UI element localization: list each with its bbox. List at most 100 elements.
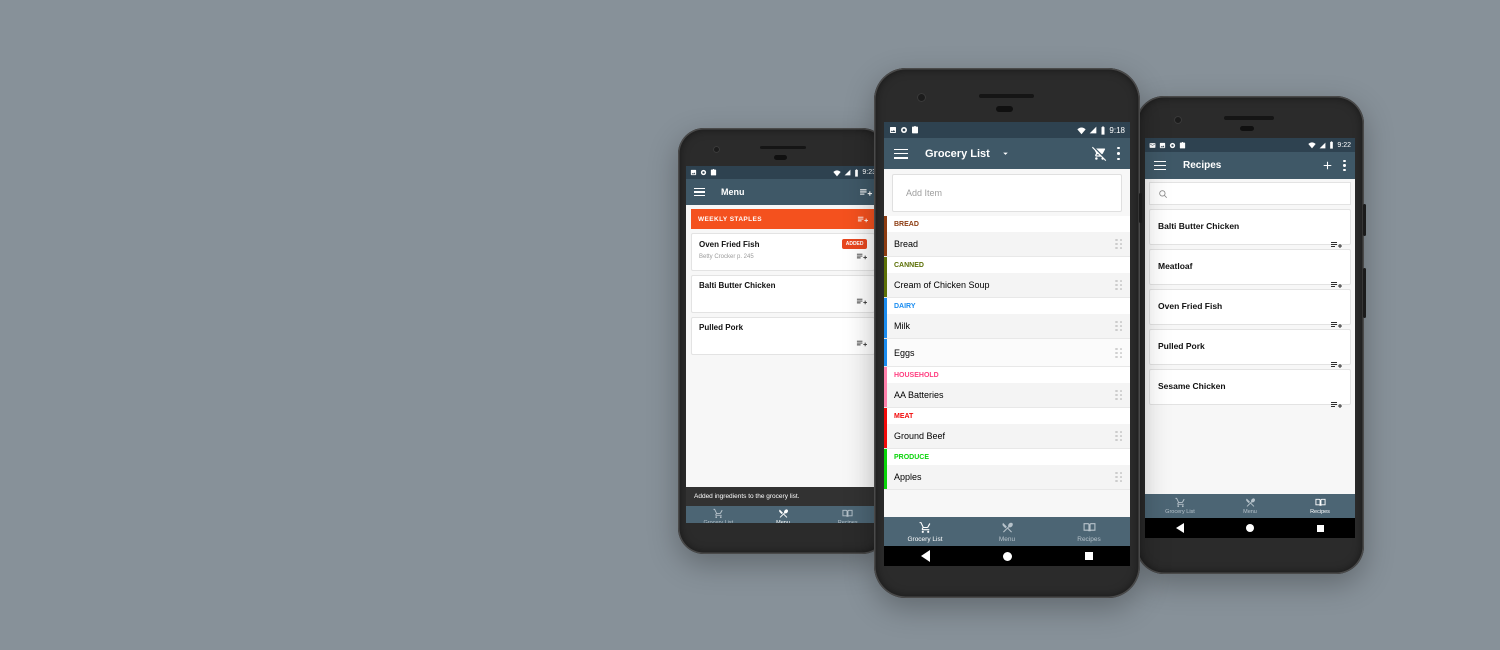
grocery-item-name: Apples [894, 472, 922, 482]
bottom-nav-grocery-list[interactable]: Grocery List [1145, 494, 1215, 518]
bottom-nav-right: Grocery List Menu Recipes [1145, 494, 1355, 518]
recipe-card[interactable]: Pulled Pork [1149, 329, 1351, 368]
playlist-add-icon[interactable] [1330, 399, 1342, 411]
drag-handle-icon[interactable] [1115, 472, 1122, 482]
drag-handle-icon[interactable] [1115, 431, 1122, 441]
playlist-add-icon[interactable] [856, 338, 867, 349]
android-nav-bar-center [884, 546, 1130, 566]
remove-shopping-cart-icon[interactable] [1091, 146, 1107, 161]
add-item-input[interactable]: Add Item [892, 174, 1122, 212]
drag-handle-icon[interactable] [1115, 347, 1122, 358]
front-camera [713, 146, 720, 153]
category-label: MEAT [894, 412, 914, 420]
battery-icon [855, 168, 859, 177]
hamburger-icon[interactable] [694, 188, 705, 196]
category-stripe [884, 339, 887, 366]
grocery-item-row[interactable]: Bread [884, 232, 1130, 257]
kebab-icon[interactable] [1343, 159, 1346, 172]
recipe-card[interactable]: Balti Butter Chicken [1149, 209, 1351, 248]
page-title: Menu [721, 187, 745, 197]
grocery-item-row[interactable]: Eggs [884, 339, 1130, 367]
kebab-icon[interactable] [1116, 146, 1121, 161]
drag-handle-icon[interactable] [1115, 321, 1122, 331]
drag-handle-icon[interactable] [1115, 390, 1122, 400]
menu-item-card[interactable]: Oven Fried Fish ADDED Betty Crocker p. 2… [691, 233, 875, 271]
drag-handle-icon[interactable] [1115, 280, 1122, 290]
home-button[interactable] [1002, 551, 1012, 561]
bottom-nav-grocery-list[interactable]: Grocery List [686, 506, 751, 523]
menu-item-card[interactable]: Pulled Pork [691, 317, 875, 355]
clipboard-icon [710, 169, 717, 176]
playlist-add-icon[interactable] [857, 214, 868, 225]
bottom-nav-menu[interactable]: Menu [966, 517, 1048, 546]
cutlery-icon [1245, 498, 1255, 507]
circle-icon [1169, 142, 1176, 148]
category-stripe [884, 216, 887, 232]
menu-item-title: Oven Fried Fish [699, 239, 760, 249]
grocery-item-row[interactable]: Apples [884, 465, 1130, 490]
recents-button[interactable] [1085, 552, 1094, 560]
grocery-item-row[interactable]: Milk [884, 314, 1130, 339]
bottom-nav-label: Grocery List [703, 520, 734, 523]
status-bar-time: 9:18 [1109, 125, 1125, 135]
front-camera [917, 93, 926, 102]
grocery-item-row[interactable]: Cream of Chicken Soup [884, 273, 1130, 298]
content-left: WEEKLY STAPLES Oven Fried Fish ADDED Bet… [686, 205, 880, 487]
chevron-down-icon[interactable] [1000, 148, 1011, 159]
hamburger-icon[interactable] [1154, 161, 1166, 170]
clipboard-icon [912, 126, 918, 134]
menu-item-title-row: Pulled Pork [699, 323, 867, 332]
wifi-icon [1077, 127, 1087, 134]
volume-button[interactable] [1363, 268, 1366, 318]
category-header-bread: BREAD [884, 216, 1130, 232]
bottom-nav-label: Menu [776, 520, 790, 523]
clipboard-icon [1179, 141, 1186, 148]
playlist-add-icon[interactable] [856, 296, 867, 307]
cart-icon [713, 508, 723, 519]
recents-button[interactable] [1316, 524, 1324, 532]
phone-center: 9:18 Grocery List Add Item BREAD Bread C… [874, 68, 1142, 598]
bottom-nav-recipes[interactable]: Recipes [1285, 494, 1355, 518]
category-stripe [884, 298, 887, 314]
bottom-nav-recipes[interactable]: Recipes [815, 506, 880, 523]
section-weekly-staples[interactable]: WEEKLY STAPLES [691, 209, 875, 229]
bottom-nav-grocery-list[interactable]: Grocery List [884, 517, 966, 546]
bottom-nav-menu[interactable]: Menu [1215, 494, 1285, 518]
power-button[interactable] [1363, 204, 1366, 236]
bottom-nav-left: Grocery List Menu Recipes [686, 506, 880, 523]
proximity-sensor [774, 155, 787, 160]
page-title: Recipes [1183, 160, 1222, 171]
image-icon [1159, 142, 1166, 148]
back-button[interactable] [920, 550, 930, 562]
category-header-canned: CANNED [884, 257, 1130, 273]
cart-icon [919, 521, 930, 533]
cutlery-icon [778, 509, 788, 518]
circle-icon [901, 127, 907, 133]
grocery-item-row[interactable]: Ground Beef [884, 424, 1130, 449]
bottom-nav-menu[interactable]: Menu [751, 506, 816, 523]
plus-icon[interactable] [1321, 159, 1334, 172]
signal-icon [1090, 126, 1097, 134]
grocery-item-row[interactable]: AA Batteries [884, 383, 1130, 408]
hamburger-icon[interactable] [894, 148, 908, 159]
recipe-card[interactable]: Oven Fried Fish [1149, 289, 1351, 328]
menu-item-card[interactable]: Balti Butter Chicken [691, 275, 875, 313]
menu-item-title-row: Oven Fried Fish ADDED [699, 239, 867, 249]
drag-handle-icon[interactable] [1115, 239, 1122, 249]
status-icons-right: 9:22 [1308, 141, 1351, 149]
category-label: DAIRY [894, 302, 916, 310]
recipe-card[interactable]: Meatloaf [1149, 249, 1351, 288]
category-stripe [884, 449, 887, 465]
back-button[interactable] [1176, 523, 1185, 533]
playlist-add-icon[interactable] [856, 251, 867, 262]
power-button[interactable] [1139, 193, 1142, 223]
home-button[interactable] [1246, 524, 1255, 532]
playlist-add-icon[interactable] [859, 186, 872, 199]
search-input[interactable] [1149, 182, 1351, 205]
bottom-nav-recipes[interactable]: Recipes [1048, 517, 1130, 546]
image-icon [890, 127, 896, 133]
phone-right: 9:22 Recipes Balti Butter Chicken Meatlo… [1136, 96, 1366, 574]
status-icons-left [1149, 141, 1308, 149]
status-bar-left: 9:23 [686, 166, 880, 179]
recipe-card[interactable]: Sesame Chicken [1149, 369, 1351, 408]
